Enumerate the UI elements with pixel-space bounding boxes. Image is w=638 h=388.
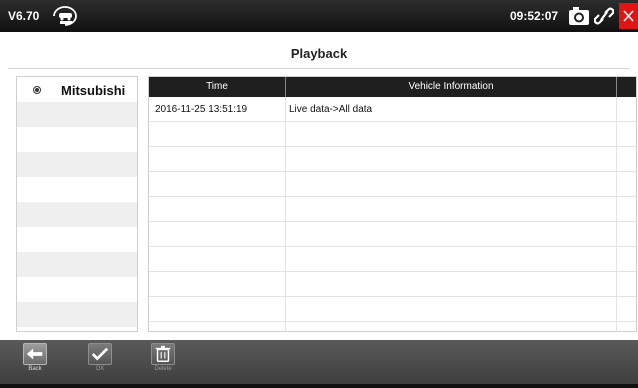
brand-row-empty [17,152,137,177]
table-row-empty [149,247,636,272]
radio-selected-icon[interactable] [33,86,41,94]
cell-time: 2016-11-25 13:51:19 [155,104,248,115]
brand-label: Mitsubishi [61,83,126,98]
page-title: Playback [290,46,348,61]
table-row-empty [149,172,636,197]
brand-row-empty [17,127,137,152]
brand-row-empty [17,177,137,202]
ok-button[interactable]: OK [87,343,113,379]
bottom-toolbar: Back OK Delete [0,340,638,388]
status-bar: V6.70 09:52:07 [0,0,638,32]
table-row-empty [149,147,636,172]
cell-vehicle-information: Live data->All data [289,104,373,115]
link-icon[interactable] [594,5,614,27]
back-arrow-icon [23,343,47,365]
back-button[interactable]: Back [22,343,48,379]
trash-icon [151,343,175,365]
back-label: Back [28,366,42,372]
table-row-empty [149,272,636,297]
playback-table: Time Vehicle Information 2016-11-25 13:5… [148,76,637,332]
column-header-vehicle-information: Vehicle Information [408,81,494,92]
brand-row-empty [17,202,137,227]
brand-row-empty [17,227,137,252]
version-label: V6.70 [8,9,40,23]
checkmark-icon [88,343,112,365]
brand-row-empty [17,102,137,127]
close-icon[interactable] [619,3,638,29]
ok-label: OK [95,366,105,372]
delete-button[interactable]: Delete [150,343,176,379]
table-row-empty [149,297,636,322]
table-row[interactable]: 2016-11-25 13:51:19 Live data->All data [149,97,636,122]
clock: 09:52:07 [510,9,559,23]
brand-row-empty [17,277,137,302]
header-divider [616,77,617,97]
table-body: 2016-11-25 13:51:19 Live data->All data [149,97,636,322]
table-row-empty [149,197,636,222]
brand-list: Mitsubishi [16,76,138,332]
brand-row-empty [17,252,137,277]
camera-icon[interactable] [568,6,590,26]
system-strip [0,384,638,388]
brand-row-empty [17,302,137,327]
column-header-time: Time [206,81,228,92]
table-row-empty [149,222,636,247]
brand-item-mitsubishi[interactable]: Mitsubishi [17,77,137,102]
title-divider [8,68,630,69]
table-header: Time Vehicle Information [149,77,636,97]
delete-label: Delete [154,366,172,372]
table-row-empty [149,122,636,147]
vin-car-icon[interactable] [50,5,80,27]
